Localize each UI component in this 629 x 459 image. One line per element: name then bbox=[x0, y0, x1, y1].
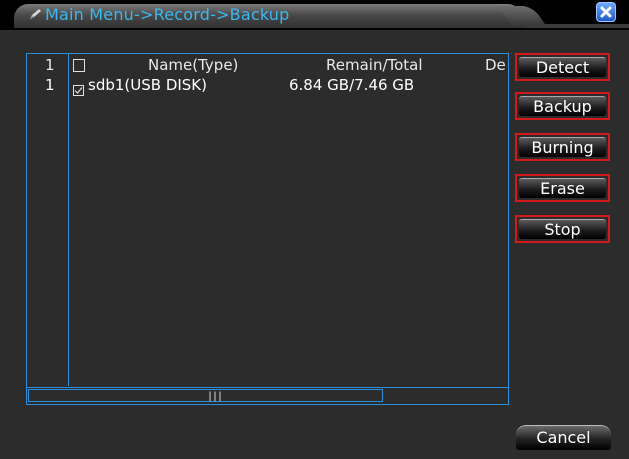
row-device-name: sdb1(USB DISK) bbox=[88, 76, 207, 94]
close-icon bbox=[600, 6, 612, 18]
row-index: 1 bbox=[45, 76, 55, 94]
burning-label: Burning bbox=[531, 138, 594, 157]
detect-button[interactable]: Detect bbox=[515, 53, 610, 81]
pencil-icon bbox=[28, 6, 44, 22]
cancel-label: Cancel bbox=[536, 428, 591, 447]
stop-label: Stop bbox=[544, 220, 581, 239]
detect-label: Detect bbox=[535, 58, 590, 77]
scrollbar-thumb[interactable]: ||| bbox=[28, 389, 383, 402]
header-remain-total: Remain/Total bbox=[326, 56, 423, 74]
title-bar-edge bbox=[526, 24, 629, 28]
header-de: De bbox=[485, 56, 506, 74]
stop-button[interactable]: Stop bbox=[515, 215, 610, 243]
close-button[interactable] bbox=[596, 2, 616, 22]
cancel-button[interactable]: Cancel bbox=[516, 425, 611, 450]
horizontal-scrollbar[interactable]: ||| bbox=[27, 387, 508, 404]
device-table: 1 Name(Type) Remain/Total De 1 sdb1(USB … bbox=[26, 53, 509, 405]
header-name: Name(Type) bbox=[148, 56, 239, 74]
checkbox-icon[interactable] bbox=[73, 59, 85, 72]
burning-button[interactable]: Burning bbox=[515, 133, 610, 161]
checkbox-checked-icon[interactable] bbox=[73, 81, 84, 96]
backup-button[interactable]: Backup bbox=[515, 92, 610, 120]
row-remain-total: 6.84 GB/7.46 GB bbox=[289, 76, 415, 94]
title-bar: Main Menu->Record->Backup bbox=[0, 0, 629, 30]
column-divider bbox=[68, 54, 69, 386]
scrollbar-grip: ||| bbox=[207, 391, 223, 402]
backup-label: Backup bbox=[533, 97, 592, 116]
header-index: 1 bbox=[45, 56, 55, 74]
erase-label: Erase bbox=[540, 179, 585, 198]
window-title: Main Menu->Record->Backup bbox=[45, 5, 290, 24]
backup-window: Main Menu->Record->Backup 1 Name(Type) R… bbox=[0, 0, 629, 459]
erase-button[interactable]: Erase bbox=[515, 174, 610, 202]
